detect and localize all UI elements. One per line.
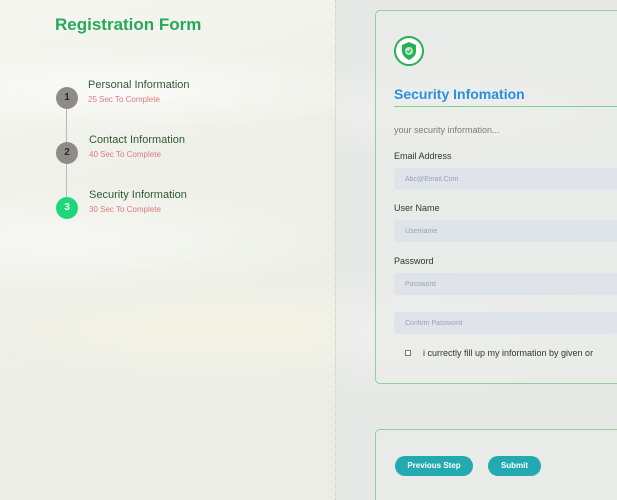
step-title: Security Information <box>89 189 187 201</box>
form-title: Registration Form <box>55 15 202 34</box>
step-duration: 40 Sec To Complete <box>89 150 161 159</box>
step-contact-information[interactable]: 2 Contact Information 40 Sec To Complete <box>56 134 296 172</box>
step-number: 2 <box>56 142 78 164</box>
confirm-password-field[interactable] <box>394 312 617 334</box>
password-label: Password <box>394 256 434 266</box>
section-description: your security information... <box>394 125 500 135</box>
step-number: 3 <box>56 197 78 219</box>
step-security-information[interactable]: 3 Security Information 30 Sec To Complet… <box>56 189 296 227</box>
shield-check-icon <box>394 36 424 66</box>
registration-page: Registration Form 1 Personal Information… <box>0 0 617 500</box>
agreement-text: i currectly fill up my information by gi… <box>423 348 594 358</box>
email-label: Email Address <box>394 151 452 161</box>
step-title: Personal Information <box>88 79 190 91</box>
previous-step-button[interactable]: Previous Step <box>395 456 473 476</box>
step-duration: 25 Sec To Complete <box>88 95 160 104</box>
step-duration: 30 Sec To Complete <box>89 205 161 214</box>
agreement-checkbox[interactable] <box>405 350 411 356</box>
email-field[interactable] <box>394 168 617 190</box>
title-underline <box>394 106 617 107</box>
submit-button[interactable]: Submit <box>488 456 541 476</box>
step-number: 1 <box>56 87 78 109</box>
security-card: Security Infomation your security inform… <box>375 10 617 384</box>
section-title: Security Infomation <box>394 86 525 102</box>
username-label: User Name <box>394 203 440 213</box>
step-personal-information[interactable]: 1 Personal Information 25 Sec To Complet… <box>56 79 296 117</box>
left-panel <box>0 0 335 500</box>
step-title: Contact Information <box>89 134 185 146</box>
username-field[interactable] <box>394 220 617 242</box>
navigation-card: Previous Step Submit <box>375 429 617 500</box>
password-field[interactable] <box>394 273 617 295</box>
